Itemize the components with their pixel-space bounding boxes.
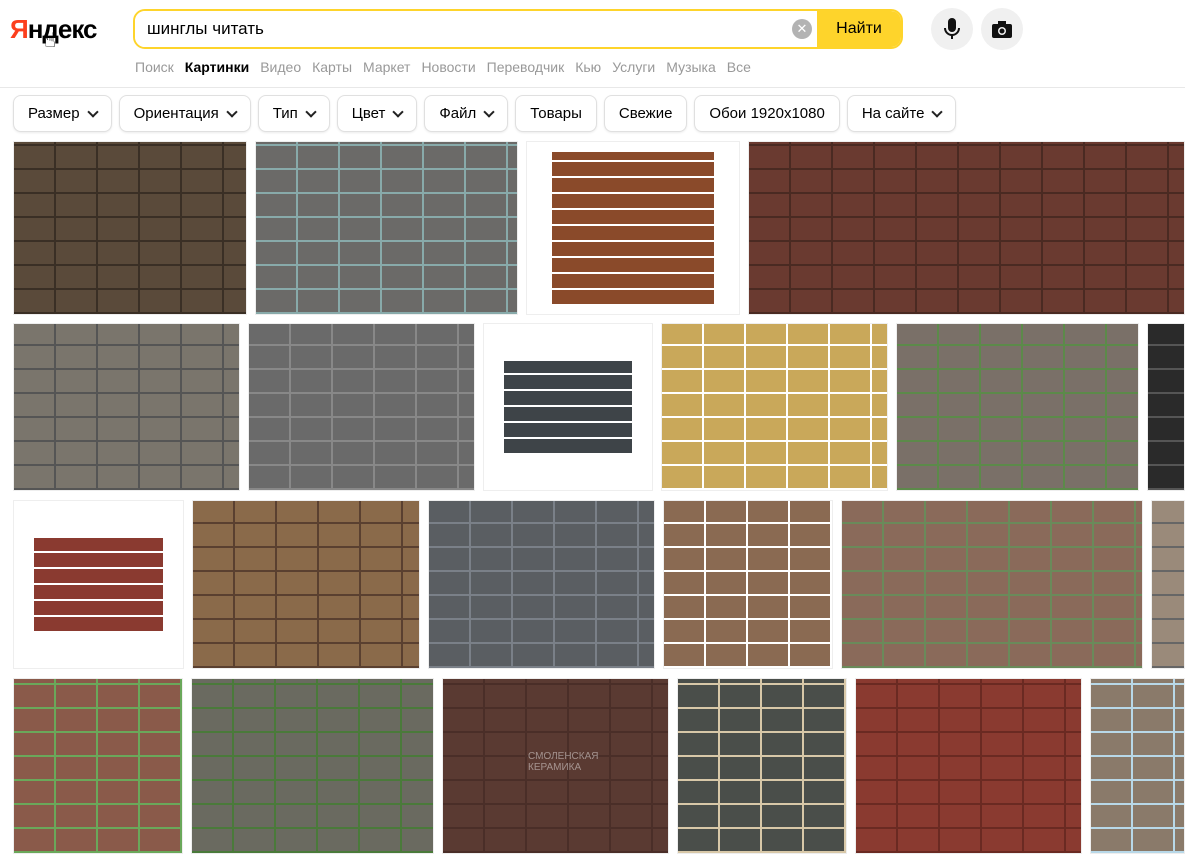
filter-label: Товары xyxy=(530,105,582,122)
chevron-down-icon xyxy=(86,105,99,118)
filter-label: Цвет xyxy=(351,105,386,122)
swatch-image xyxy=(552,152,714,304)
image-result[interactable] xyxy=(855,678,1082,854)
filter-chip[interactable]: Тип xyxy=(257,95,330,132)
chevron-down-icon xyxy=(483,105,495,118)
filter-label: Размер xyxy=(28,105,80,122)
image-result[interactable] xyxy=(661,323,888,491)
filter-chip[interactable]: Товары xyxy=(515,95,597,132)
find-button[interactable]: Найти xyxy=(817,11,901,47)
image-result[interactable] xyxy=(192,500,420,669)
image-result[interactable] xyxy=(191,678,434,854)
swatch-image xyxy=(504,360,632,454)
image-result[interactable] xyxy=(1151,500,1185,669)
filter-label: Свежие xyxy=(618,105,673,122)
image-result[interactable] xyxy=(13,678,183,854)
nav-tab[interactable]: Картинки xyxy=(185,59,249,75)
chevron-down-icon xyxy=(392,105,405,118)
close-icon: ✕ xyxy=(792,19,812,39)
nav-tabs: Поиск Картинки Видео Карты Маркет Новости Пере… xyxy=(135,59,762,75)
image-result[interactable] xyxy=(896,323,1139,491)
hand-cursor-icon: ☝ xyxy=(44,30,57,52)
filter-chip[interactable]: На сайте xyxy=(846,95,957,132)
microphone-icon xyxy=(944,18,960,39)
image-result[interactable] xyxy=(255,141,518,315)
filter-chip[interactable]: Ориентация xyxy=(118,95,251,132)
filter-label: Тип xyxy=(272,105,298,122)
nav-tab[interactable]: Поиск xyxy=(135,59,174,75)
image-result[interactable] xyxy=(677,678,847,854)
search-input[interactable] xyxy=(135,11,787,47)
image-result[interactable] xyxy=(526,141,740,315)
search-box: ✕ Найти xyxy=(133,9,903,49)
watermark-text: СМОЛЕНСКАЯ КЕРАМИКА xyxy=(528,751,599,773)
chevron-down-icon xyxy=(305,105,317,118)
filter-bar: Размер Ориентация Тип Цвет Файл Товары Свежие О… xyxy=(13,95,957,132)
image-result[interactable] xyxy=(13,141,247,315)
filter-chip[interactable]: Цвет xyxy=(336,95,418,132)
filter-label: Обои 1920x1080 xyxy=(709,105,825,122)
nav-tab[interactable]: Переводчик xyxy=(487,59,565,75)
image-result[interactable] xyxy=(13,500,184,669)
image-search-button[interactable] xyxy=(981,8,1023,50)
camera-icon xyxy=(992,21,1012,38)
nav-tab[interactable]: Музыка xyxy=(666,59,716,75)
filter-label: На сайте xyxy=(861,105,925,122)
chevron-down-icon xyxy=(931,105,944,118)
swatch-image xyxy=(34,537,163,632)
voice-search-button[interactable] xyxy=(931,8,973,50)
nav-tab[interactable]: Новости xyxy=(421,59,475,75)
image-result[interactable] xyxy=(748,141,1185,315)
image-result[interactable] xyxy=(663,500,833,669)
image-result[interactable] xyxy=(483,323,653,491)
nav-tab[interactable]: Маркет xyxy=(363,59,410,75)
filter-chip[interactable]: Размер xyxy=(13,95,112,132)
filter-chip[interactable]: Свежие xyxy=(603,95,688,132)
nav-tab[interactable]: Услуги xyxy=(612,59,655,75)
image-result[interactable] xyxy=(428,500,655,669)
filter-label: Файл xyxy=(439,105,477,122)
filter-chip[interactable]: Файл xyxy=(424,95,509,132)
chevron-down-icon xyxy=(226,105,238,118)
clear-search-button[interactable]: ✕ xyxy=(787,11,817,47)
nav-tab[interactable]: Все xyxy=(727,59,751,75)
nav-tab[interactable]: Карты xyxy=(312,59,352,75)
header: Яндекс ☝ ✕ Найти ПоискКартинкиВидеоКарты… xyxy=(0,0,1185,88)
image-result[interactable] xyxy=(248,323,475,491)
filter-chip[interactable]: Обои 1920x1080 xyxy=(694,95,840,132)
image-result[interactable] xyxy=(1147,323,1185,491)
image-result[interactable] xyxy=(13,323,240,491)
nav-tab[interactable]: Кью xyxy=(575,59,601,75)
image-result[interactable]: СМОЛЕНСКАЯ КЕРАМИКА xyxy=(442,678,669,854)
filter-label: Ориентация xyxy=(133,105,219,122)
nav-tab[interactable]: Видео xyxy=(260,59,301,75)
image-result[interactable] xyxy=(1090,678,1185,854)
image-result[interactable] xyxy=(841,500,1143,669)
